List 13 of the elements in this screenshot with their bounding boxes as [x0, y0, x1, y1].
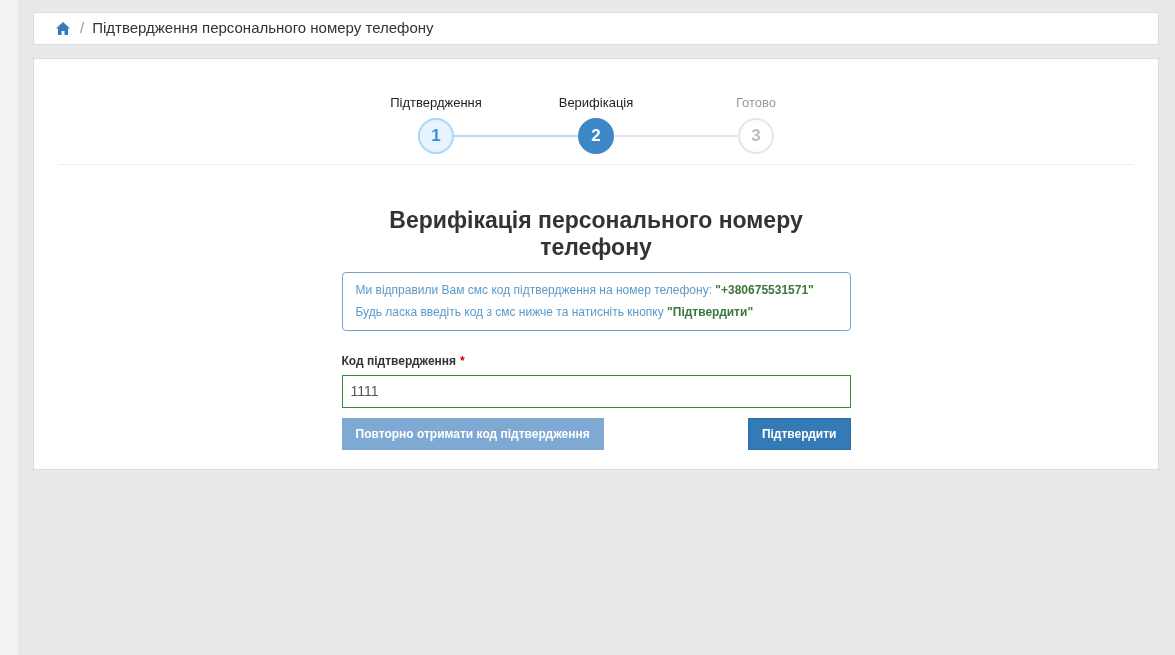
required-mark: * [460, 352, 465, 370]
home-icon[interactable] [56, 22, 70, 35]
code-input[interactable]: 1111 [341, 374, 851, 408]
step-label: Підтвердження [390, 94, 482, 112]
step-label: Верифікація [558, 94, 634, 112]
confirm-button[interactable]: Підтвердити [747, 417, 851, 450]
info-text: Ми відправили Вам смс код підтвердження на номер телефону: "+380675531571" [355, 281, 815, 299]
info-text: Будь ласка введіть код з смс нижче та натисніть кнопку "Підтвердити" [355, 303, 755, 321]
breadcrumb-separator: / [80, 18, 85, 39]
step-label: Готово [735, 94, 777, 112]
field-label: Код підтвердження [341, 352, 457, 370]
breadcrumb-current: Підтвердження персонального номеру телефону [92, 18, 434, 39]
page-title: Верифікація персонального номеру телефону [388, 206, 804, 261]
